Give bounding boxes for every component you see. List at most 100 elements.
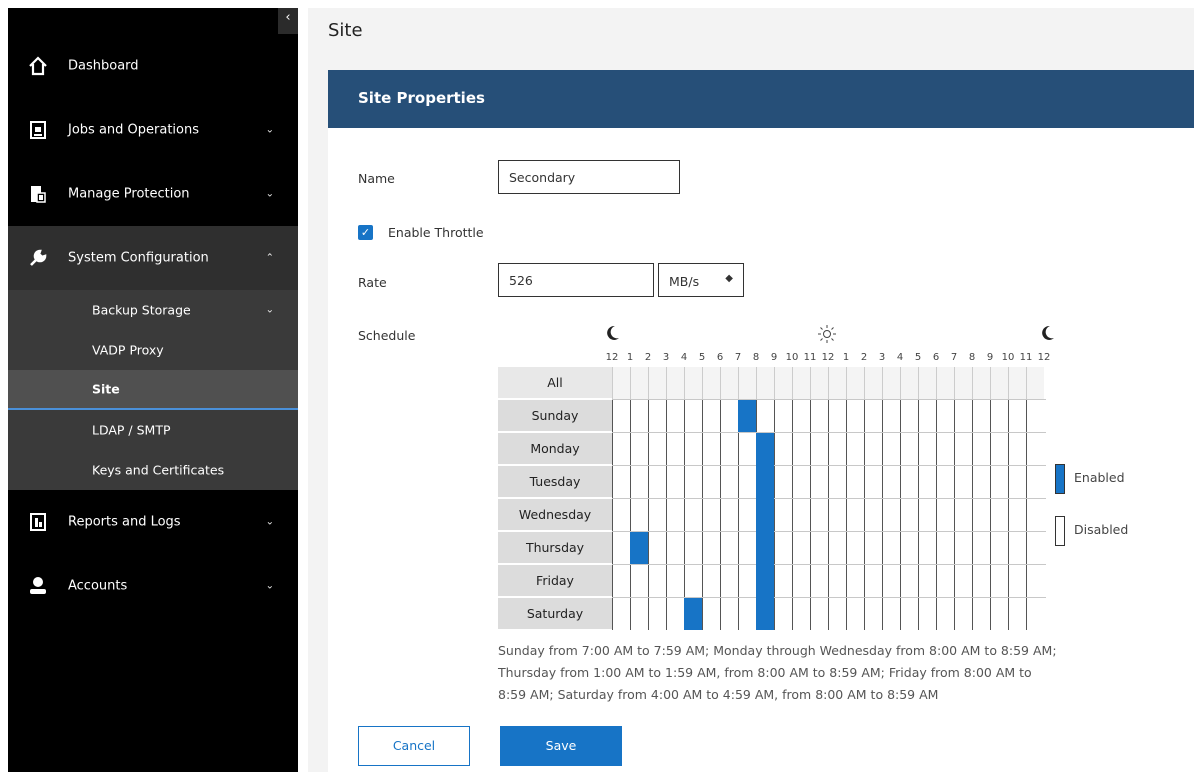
schedule-hour-cell[interactable] — [738, 499, 756, 531]
nav-item-dashboard[interactable]: Dashboard — [8, 34, 298, 98]
schedule-hour-cell[interactable] — [990, 400, 1008, 432]
schedule-hour-cell[interactable] — [774, 565, 792, 597]
schedule-hour-cell[interactable] — [792, 433, 810, 465]
sidebar-item-site[interactable]: Site — [8, 370, 298, 410]
schedule-all-row-label[interactable]: All — [498, 367, 612, 399]
schedule-hour-cell[interactable] — [864, 598, 882, 630]
collapse-sidebar-button[interactable]: ‹ — [278, 8, 298, 34]
schedule-hour-cell[interactable] — [954, 499, 972, 531]
schedule-hour-cell[interactable] — [1026, 466, 1044, 498]
schedule-hour-cell[interactable] — [990, 565, 1008, 597]
schedule-hour-cell[interactable] — [702, 565, 720, 597]
schedule-hour-cell[interactable] — [684, 499, 702, 531]
schedule-hour-cell[interactable] — [828, 532, 846, 564]
schedule-hour-cell[interactable] — [684, 400, 702, 432]
enabled-schedule-block[interactable] — [756, 433, 774, 630]
schedule-hour-cell[interactable] — [936, 433, 954, 465]
schedule-hour-cell[interactable] — [810, 466, 828, 498]
schedule-hour-cell[interactable] — [792, 532, 810, 564]
schedule-hour-cell[interactable] — [846, 433, 864, 465]
schedule-hour-cell[interactable] — [900, 532, 918, 564]
schedule-hour-cell[interactable] — [972, 466, 990, 498]
schedule-all-hour-cell[interactable] — [882, 367, 900, 399]
schedule-day-label[interactable]: Monday — [498, 433, 612, 465]
schedule-hour-cell[interactable] — [882, 598, 900, 630]
schedule-hour-cell[interactable] — [972, 565, 990, 597]
schedule-hour-cell[interactable] — [684, 532, 702, 564]
schedule-hour-cell[interactable] — [612, 532, 630, 564]
name-field[interactable] — [498, 160, 680, 194]
schedule-hour-cell[interactable] — [882, 466, 900, 498]
schedule-hour-cell[interactable] — [648, 532, 666, 564]
schedule-day-label[interactable]: Wednesday — [498, 499, 612, 531]
schedule-hour-cell[interactable] — [756, 400, 774, 432]
schedule-hour-cell[interactable] — [864, 499, 882, 531]
schedule-hour-cell[interactable] — [990, 532, 1008, 564]
schedule-hour-cell[interactable] — [738, 565, 756, 597]
schedule-all-hour-cell[interactable] — [1008, 367, 1026, 399]
schedule-hour-cell[interactable] — [738, 598, 756, 630]
sidebar-item-keys-and-certificates[interactable]: Keys and Certificates — [8, 450, 298, 490]
schedule-hour-cell[interactable] — [810, 565, 828, 597]
schedule-hour-cell[interactable] — [864, 400, 882, 432]
schedule-hour-cell[interactable] — [774, 499, 792, 531]
schedule-hour-cell[interactable] — [828, 400, 846, 432]
schedule-all-hour-cell[interactable] — [918, 367, 936, 399]
schedule-all-hour-cell[interactable] — [756, 367, 774, 399]
schedule-hour-cell[interactable] — [828, 598, 846, 630]
schedule-hour-cell[interactable] — [666, 532, 684, 564]
enable-throttle-checkbox[interactable]: ✓ — [358, 225, 373, 240]
schedule-hour-cell[interactable] — [1008, 466, 1026, 498]
schedule-hour-cell[interactable] — [612, 499, 630, 531]
schedule-hour-cell[interactable] — [1008, 532, 1026, 564]
schedule-hour-cell[interactable] — [630, 598, 648, 630]
save-button[interactable]: Save — [500, 726, 622, 766]
schedule-all-hour-cell[interactable] — [936, 367, 954, 399]
schedule-hour-cell[interactable] — [954, 433, 972, 465]
schedule-hour-cell[interactable] — [846, 565, 864, 597]
schedule-all-hour-cell[interactable] — [792, 367, 810, 399]
schedule-hour-cell[interactable] — [738, 466, 756, 498]
schedule-hour-cell[interactable] — [612, 565, 630, 597]
schedule-hour-cell[interactable] — [972, 598, 990, 630]
schedule-hour-cell[interactable] — [792, 565, 810, 597]
schedule-all-hour-cell[interactable] — [846, 367, 864, 399]
schedule-all-hour-cell[interactable] — [738, 367, 756, 399]
schedule-hour-cell[interactable] — [900, 466, 918, 498]
schedule-hour-cell[interactable] — [648, 466, 666, 498]
schedule-hour-cell[interactable] — [864, 532, 882, 564]
enabled-schedule-block[interactable] — [630, 532, 648, 564]
schedule-hour-cell[interactable] — [954, 466, 972, 498]
schedule-hour-cell[interactable] — [684, 466, 702, 498]
schedule-hour-cell[interactable] — [810, 499, 828, 531]
schedule-all-hour-cell[interactable] — [612, 367, 630, 399]
schedule-hour-cell[interactable] — [1008, 598, 1026, 630]
schedule-hour-cell[interactable] — [1026, 499, 1044, 531]
schedule-hour-cell[interactable] — [666, 433, 684, 465]
schedule-hour-cell[interactable] — [954, 532, 972, 564]
schedule-day-label[interactable]: Tuesday — [498, 466, 612, 498]
schedule-hour-cell[interactable] — [792, 400, 810, 432]
schedule-all-hour-cell[interactable] — [954, 367, 972, 399]
schedule-all-hour-cell[interactable] — [702, 367, 720, 399]
schedule-hour-cell[interactable] — [720, 598, 738, 630]
schedule-hour-cell[interactable] — [936, 598, 954, 630]
schedule-hour-cell[interactable] — [720, 499, 738, 531]
schedule-hour-cell[interactable] — [954, 598, 972, 630]
schedule-hour-cell[interactable] — [630, 400, 648, 432]
schedule-hour-cell[interactable] — [630, 466, 648, 498]
nav-item-manage-protection[interactable]: Manage Protection ⌄ — [8, 162, 298, 226]
schedule-hour-cell[interactable] — [936, 565, 954, 597]
schedule-hour-cell[interactable] — [1026, 532, 1044, 564]
schedule-hour-cell[interactable] — [774, 400, 792, 432]
schedule-hour-cell[interactable] — [918, 499, 936, 531]
schedule-hour-cell[interactable] — [972, 499, 990, 531]
schedule-all-hour-cell[interactable] — [864, 367, 882, 399]
schedule-hour-cell[interactable] — [972, 400, 990, 432]
schedule-hour-cell[interactable] — [864, 433, 882, 465]
schedule-hour-cell[interactable] — [954, 400, 972, 432]
schedule-hour-cell[interactable] — [792, 598, 810, 630]
schedule-hour-cell[interactable] — [828, 466, 846, 498]
schedule-hour-cell[interactable] — [918, 565, 936, 597]
schedule-hour-cell[interactable] — [936, 532, 954, 564]
